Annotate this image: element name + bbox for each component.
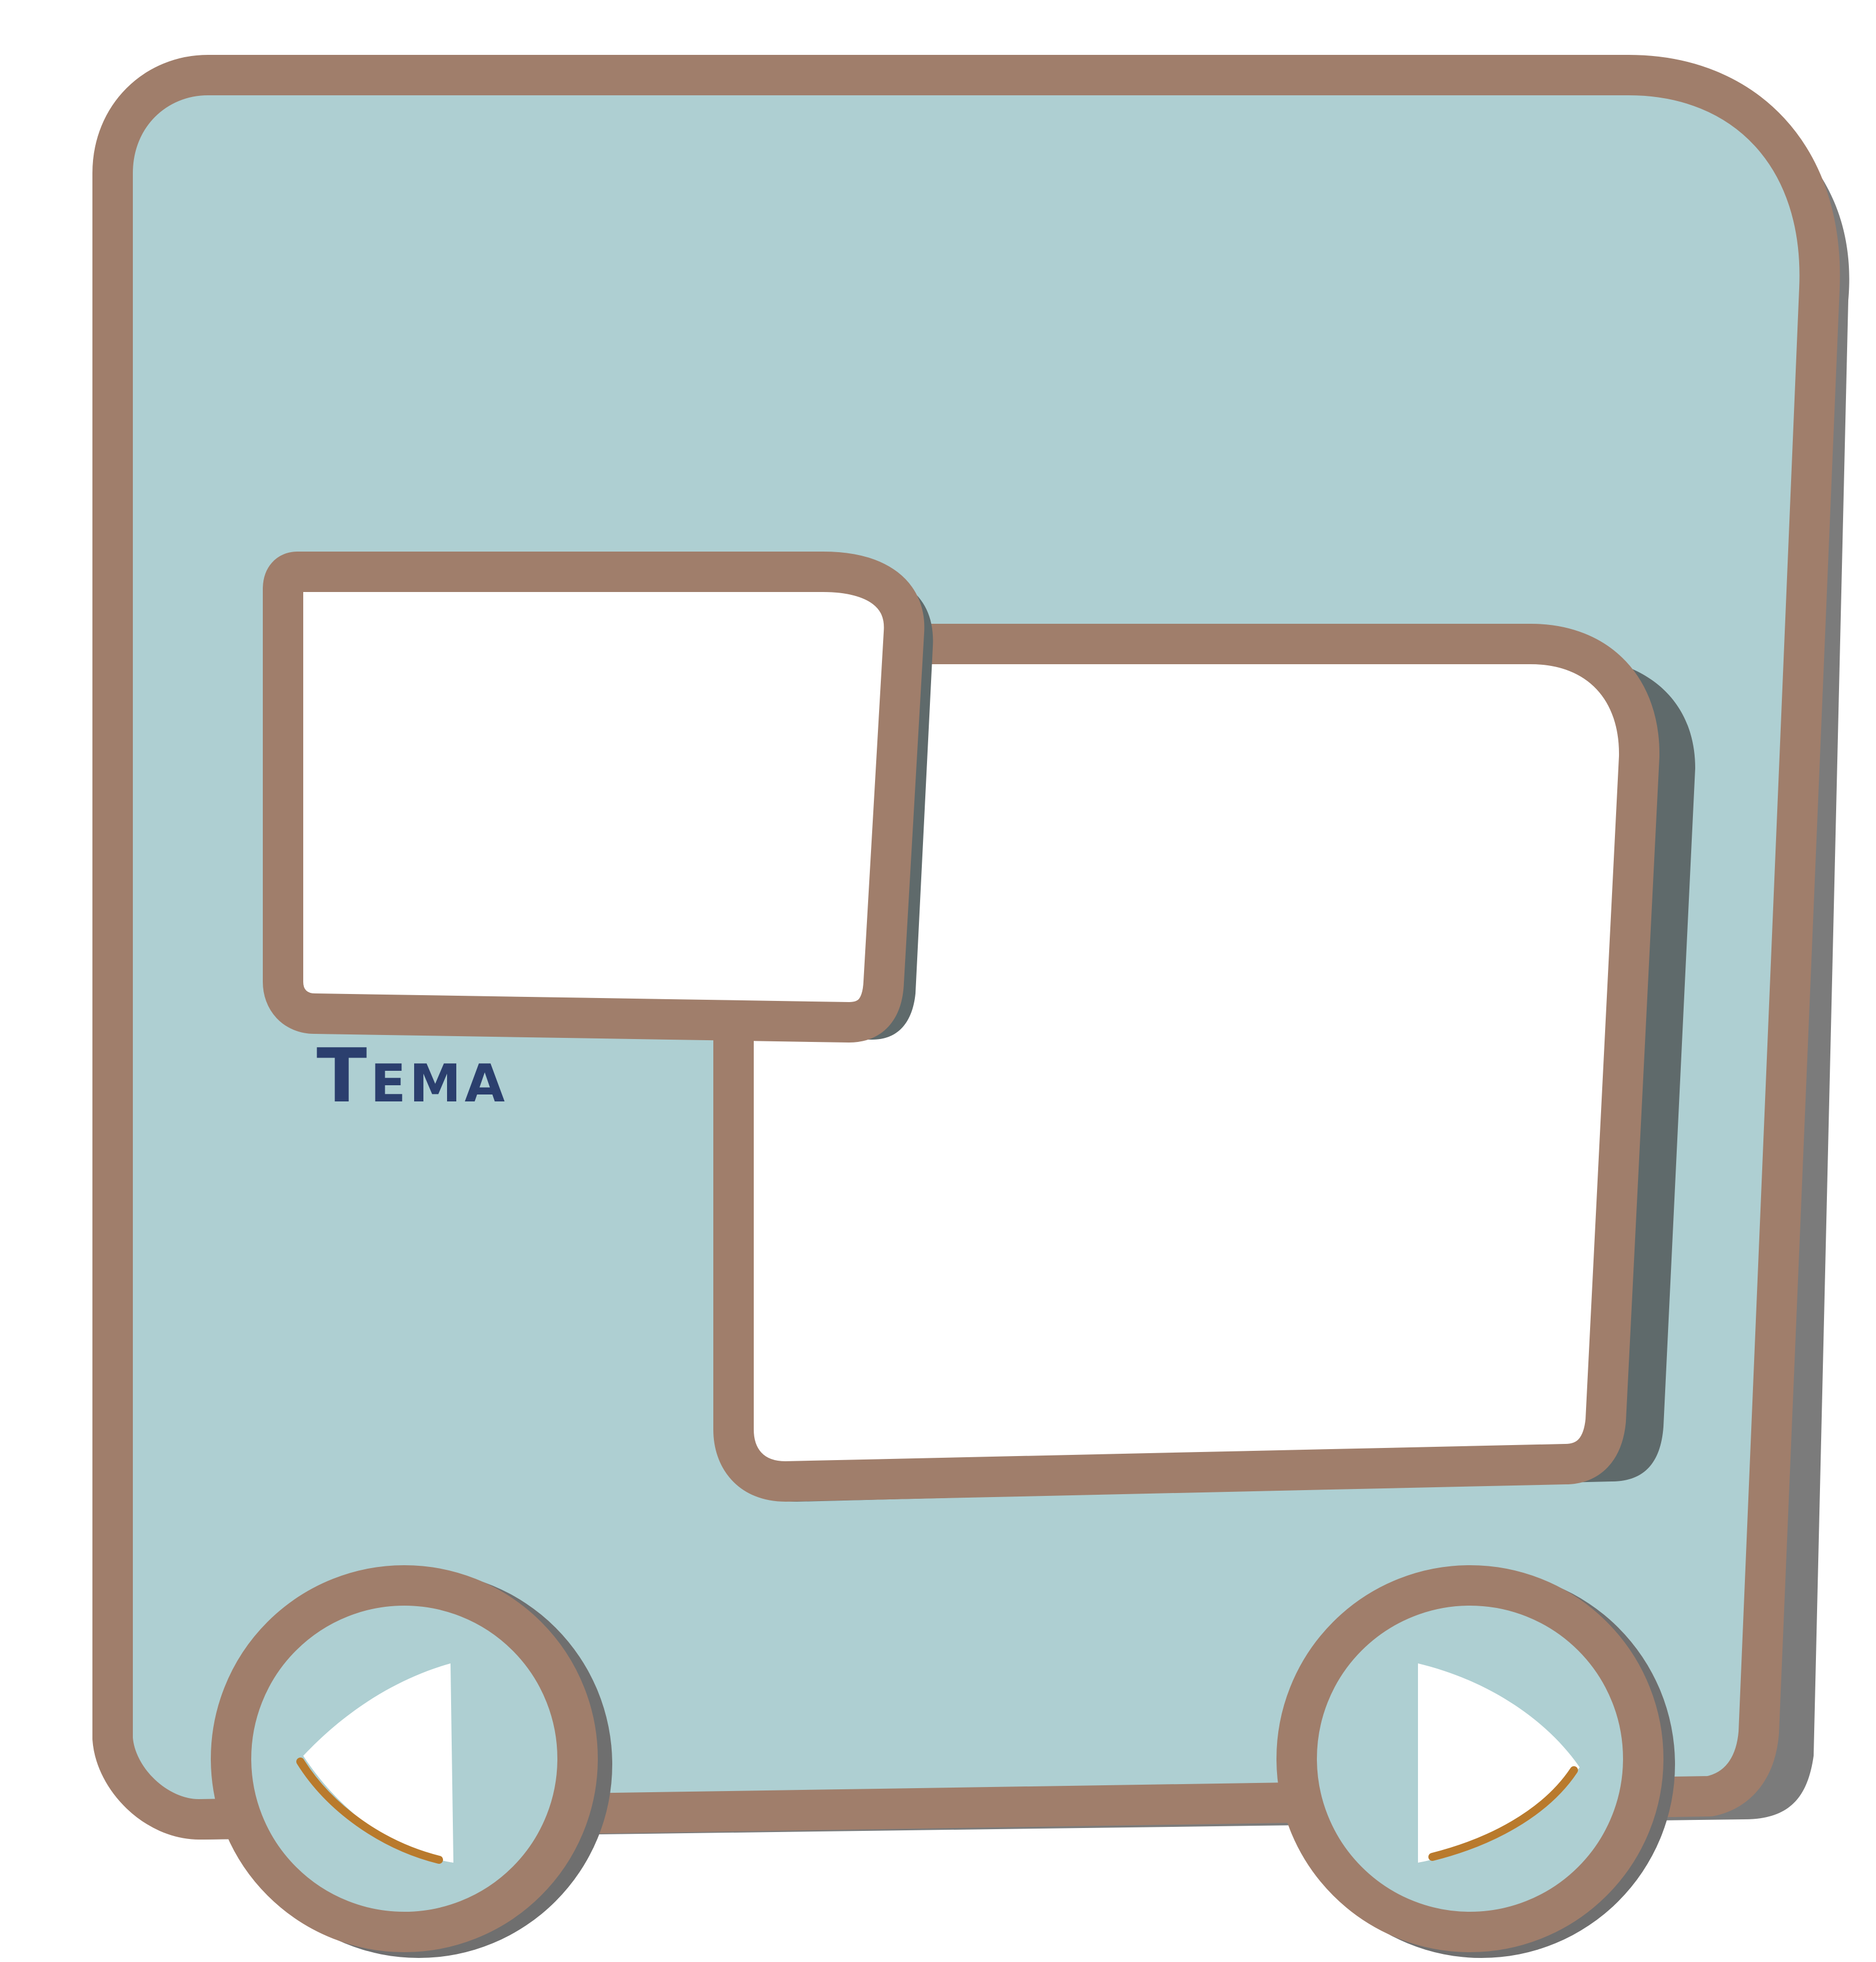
- card-title: Tema: [317, 1033, 509, 1119]
- small-image-slot[interactable]: [263, 552, 925, 1043]
- card-graphic: [92, 55, 1849, 1958]
- card-widget: Tema: [0, 0, 1876, 1959]
- prev-button[interactable]: [211, 1565, 598, 1952]
- next-button[interactable]: [1276, 1565, 1663, 1952]
